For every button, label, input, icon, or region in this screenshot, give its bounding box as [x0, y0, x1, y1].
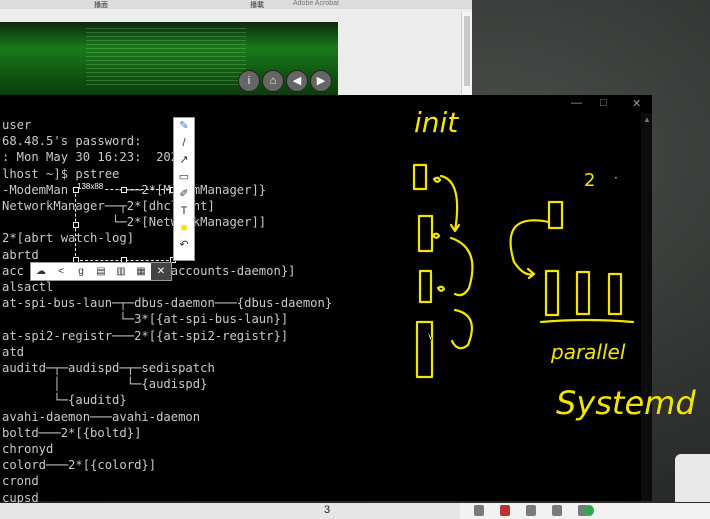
ink-parallel-box-3 [607, 272, 623, 316]
ink-arrow-3 [450, 308, 473, 350]
ink-label-parallel: parallel [550, 340, 626, 364]
ink-dot-3 [436, 285, 446, 292]
ink-arrow-2 [449, 236, 474, 297]
usb-icon[interactable] [474, 505, 484, 516]
network-icon[interactable] [552, 505, 562, 516]
system-tray [460, 503, 710, 519]
ink-label-init: init [414, 106, 459, 139]
record-icon[interactable] [500, 505, 510, 516]
side-panel [675, 454, 710, 502]
handwriting-overlay: init 2 · parallel Systemd [412, 106, 696, 422]
ink-arrow-split [509, 219, 551, 280]
ink-box-1 [412, 163, 428, 191]
status-icon[interactable] [584, 505, 594, 516]
camera-icon[interactable] [526, 505, 536, 516]
ink-parallel-box-1 [544, 269, 560, 317]
ink-underline [539, 318, 635, 324]
ink-arrow-1 [439, 174, 461, 233]
ink-box-3 [418, 269, 433, 304]
ink-dot: · [614, 171, 618, 185]
ink-dot-1 [432, 176, 442, 183]
ink-box-2 [417, 214, 434, 253]
page-status-bar: 3 [0, 503, 460, 519]
ink-box-4 [415, 320, 434, 379]
page-number: 3 [324, 504, 331, 516]
ink-label-systemd: Systemd [556, 384, 696, 422]
ink-dot-2 [431, 232, 441, 239]
ink-box-top [547, 200, 564, 230]
ink-parallel-box-2 [575, 270, 591, 316]
ink-label-count: 2 [584, 170, 595, 191]
